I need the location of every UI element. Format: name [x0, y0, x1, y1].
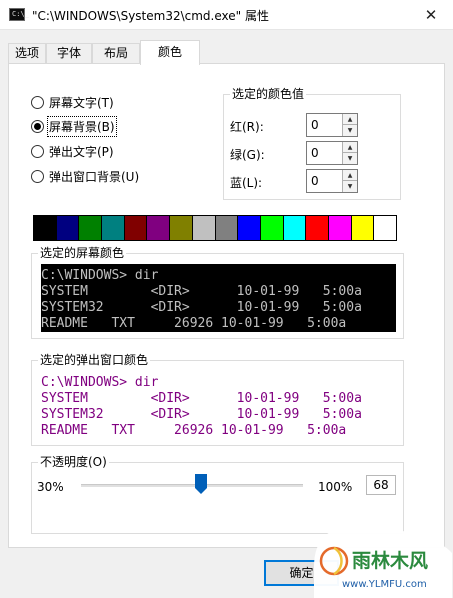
opacity-min-label: 30%: [37, 480, 64, 494]
color-swatch-9[interactable]: [238, 216, 261, 240]
spin-down-icon[interactable]: ▼: [342, 181, 357, 192]
color-swatch-4[interactable]: [124, 216, 148, 240]
spin-up-icon[interactable]: ▲: [342, 142, 357, 153]
close-icon: ✕: [424, 6, 438, 24]
screen-colors-preview: C:\WINDOWS> dir SYSTEM <DIR> 10-01-99 5:…: [41, 264, 396, 332]
popup-colors-preview: C:\WINDOWS> dir SYSTEM <DIR> 10-01-99 5:…: [41, 371, 396, 439]
preview-line: SYSTEM32 <DIR> 10-01-99 5:00a: [41, 407, 362, 422]
radio-label: 屏幕文字(T): [49, 95, 114, 110]
cmd-icon: C:\_: [9, 8, 29, 21]
spin-up-icon[interactable]: ▲: [342, 170, 357, 181]
red-label: 红(R):: [230, 120, 264, 134]
red-value: 0: [311, 118, 319, 132]
spin-up-icon[interactable]: ▲: [342, 114, 357, 125]
color-swatch-10[interactable]: [260, 216, 284, 240]
radio-button-checked[interactable]: [31, 119, 44, 133]
close-button[interactable]: ✕: [409, 0, 453, 30]
color-swatch-5[interactable]: [147, 216, 171, 240]
spin-down-icon[interactable]: ▼: [342, 125, 357, 136]
tab-layout[interactable]: 布局: [92, 43, 140, 64]
preview-line: SYSTEM32 <DIR> 10-01-99 5:00a: [41, 300, 362, 315]
color-swatch-8[interactable]: [215, 216, 239, 240]
green-value: 0: [311, 146, 319, 160]
color-swatch-14[interactable]: [351, 216, 375, 240]
watermark-url: www.YLMFU.com: [342, 579, 427, 590]
preview-line: SYSTEM <DIR> 10-01-99 5:00a: [41, 391, 362, 406]
radio-screen-background[interactable]: 屏幕背景(B): [31, 115, 117, 137]
color-swatch-12[interactable]: [306, 216, 329, 240]
radio-button[interactable]: [31, 169, 44, 183]
preview-line: README TXT 26926 10-01-99 5:00a: [41, 423, 347, 438]
color-swatch-7[interactable]: [192, 216, 216, 240]
watermark-brand: 雨林木风: [352, 549, 428, 572]
color-swatch-11[interactable]: [283, 216, 307, 240]
red-input[interactable]: 0 ▲ ▼: [306, 113, 358, 137]
group-title: 不透明度(O): [38, 455, 109, 469]
radio-popup-background[interactable]: 弹出窗口背景(U): [31, 168, 139, 184]
color-swatch-15[interactable]: [374, 216, 396, 240]
group-title: 选定的颜色值: [230, 87, 307, 101]
color-swatch-1[interactable]: [56, 216, 80, 240]
radio-button[interactable]: [31, 95, 44, 109]
spin-down-icon[interactable]: ▼: [342, 153, 357, 164]
radio-button[interactable]: [31, 144, 44, 158]
color-swatch-6[interactable]: [170, 216, 193, 240]
title-bar: C:\_ "C:\WINDOWS\System32\cmd.exe" 属性 ✕: [0, 0, 453, 30]
color-swatch-0[interactable]: [34, 216, 57, 240]
group-title: 选定的弹出窗口颜色: [38, 353, 151, 367]
preview-line: README TXT 26926 10-01-99 5:00a: [41, 316, 347, 331]
window-title: "C:\WINDOWS\System32\cmd.exe" 属性: [32, 9, 269, 23]
opacity-max-label: 100%: [318, 480, 353, 494]
red-spinner: ▲ ▼: [342, 114, 357, 136]
color-palette: [33, 215, 397, 241]
blue-value: 0: [311, 174, 319, 188]
green-spinner: ▲ ▼: [342, 142, 357, 164]
blue-spinner: ▲ ▼: [342, 170, 357, 192]
tab-font[interactable]: 字体: [46, 43, 92, 64]
selected-color-values-group: 选定的颜色值 红(R): 0 ▲ ▼ 绿(G): 0 ▲ ▼ 蓝(L): 0 ▲…: [223, 87, 401, 200]
green-input[interactable]: 0 ▲ ▼: [306, 141, 358, 165]
opacity-group: 不透明度(O): [31, 455, 404, 534]
color-swatch-2[interactable]: [79, 216, 103, 240]
blue-label: 蓝(L):: [230, 176, 263, 190]
group-title: 选定的屏幕颜色: [38, 246, 127, 260]
tab-options[interactable]: 选项: [8, 43, 46, 64]
blue-input[interactable]: 0 ▲ ▼: [306, 169, 358, 193]
colors-panel: 屏幕文字(T) 屏幕背景(B) 弹出文字(P) 弹出窗口背景(U) 选定的颜色值…: [8, 63, 445, 548]
radio-label: 屏幕背景(B): [47, 115, 117, 137]
radio-popup-text[interactable]: 弹出文字(P): [31, 143, 114, 159]
watermark-logo: 雨林木风 www.YLMFU.com: [314, 527, 452, 598]
tab-colors[interactable]: 颜色: [140, 40, 200, 65]
preview-line: C:\WINDOWS> dir: [41, 375, 159, 390]
opacity-value: 68: [366, 475, 396, 495]
radio-screen-text[interactable]: 屏幕文字(T): [31, 94, 114, 110]
preview-line: C:\WINDOWS> dir: [41, 268, 159, 283]
opacity-slider-track[interactable]: [81, 484, 303, 487]
radio-label: 弹出文字(P): [49, 144, 114, 159]
radio-label: 弹出窗口背景(U): [49, 169, 140, 184]
green-label: 绿(G):: [230, 148, 265, 162]
color-swatch-3[interactable]: [102, 216, 125, 240]
color-swatch-13[interactable]: [328, 216, 352, 240]
preview-line: SYSTEM <DIR> 10-01-99 5:00a: [41, 284, 362, 299]
